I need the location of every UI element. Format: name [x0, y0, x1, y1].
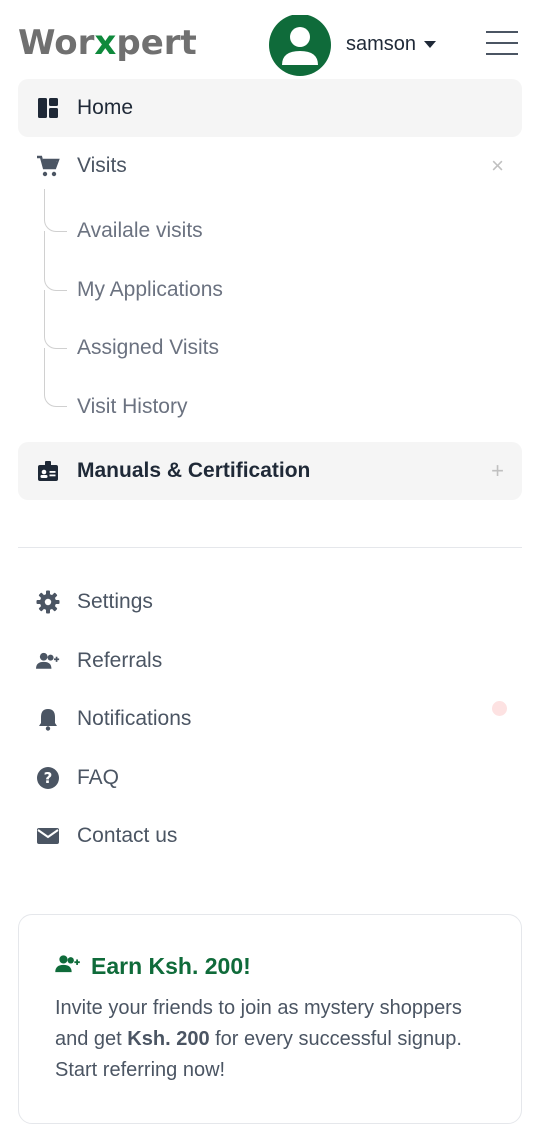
promo-body: Invite your friends to join as mystery s… — [55, 993, 495, 1086]
nav-item-visits[interactable]: Visits × — [18, 137, 522, 195]
nav-label-visits: Visits — [77, 154, 127, 177]
nav-item-home[interactable]: Home — [18, 79, 522, 137]
cart-icon — [36, 154, 60, 178]
promo-title-text: Earn Ksh. 200! — [91, 953, 251, 979]
nav-label-faq: FAQ — [77, 766, 120, 789]
nav-item-faq[interactable]: ? FAQ — [18, 749, 522, 807]
user-plus-icon — [36, 649, 60, 673]
nav-item-settings[interactable]: Settings — [18, 573, 522, 631]
sub-item-visit-history[interactable]: Visit History — [77, 395, 187, 419]
nav-label-home: Home — [77, 96, 134, 119]
envelope-icon — [36, 824, 60, 848]
divider — [18, 547, 522, 548]
nav-label-contact: Contact us — [77, 824, 178, 847]
nav-item-referrals[interactable]: Referrals — [18, 632, 522, 690]
expand-icon[interactable]: + — [491, 458, 504, 484]
top-header: Worxpert samson — [0, 0, 540, 80]
tree-connector — [44, 348, 67, 407]
gear-icon — [36, 590, 60, 614]
hamburger-menu-button[interactable] — [486, 31, 518, 57]
nav-item-notifications[interactable]: Notifications — [18, 690, 522, 748]
sub-item-assigned-visits[interactable]: Assigned Visits — [77, 336, 219, 360]
app-logo[interactable]: Worxpert — [18, 21, 197, 65]
dashboard-icon — [36, 96, 60, 120]
nav-label-referrals: Referrals — [77, 649, 163, 672]
question-circle-icon: ? — [36, 766, 60, 790]
nav-item-contact[interactable]: Contact us — [18, 807, 522, 865]
sub-item-available-visits[interactable]: Availale visits — [77, 219, 203, 243]
nav-label-notifications: Notifications — [77, 707, 192, 730]
collapse-icon[interactable]: × — [491, 153, 504, 179]
user-plus-icon — [55, 953, 81, 980]
id-badge-icon — [36, 459, 60, 483]
nav-item-manuals[interactable]: Manuals & Certification + — [18, 442, 522, 500]
tree-connector — [44, 231, 67, 291]
user-menu-toggle[interactable]: samson — [346, 33, 437, 56]
svg-text:?: ? — [44, 769, 53, 787]
nav-label-settings: Settings — [77, 590, 153, 613]
bell-icon — [36, 707, 60, 731]
username-label: samson — [346, 33, 417, 55]
sub-item-my-applications[interactable]: My Applications — [77, 278, 223, 302]
promo-amount: Ksh. 200 — [127, 1028, 210, 1050]
caret-down-icon — [424, 41, 437, 48]
referral-promo-card: Earn Ksh. 200! Invite your friends to jo… — [18, 914, 522, 1124]
nav-label-manuals: Manuals & Certification — [77, 459, 311, 482]
promo-title: Earn Ksh. 200! — [55, 953, 251, 980]
tree-connector — [44, 189, 67, 232]
notification-dot — [492, 701, 507, 716]
tree-connector — [44, 290, 67, 349]
avatar[interactable] — [266, 14, 334, 79]
